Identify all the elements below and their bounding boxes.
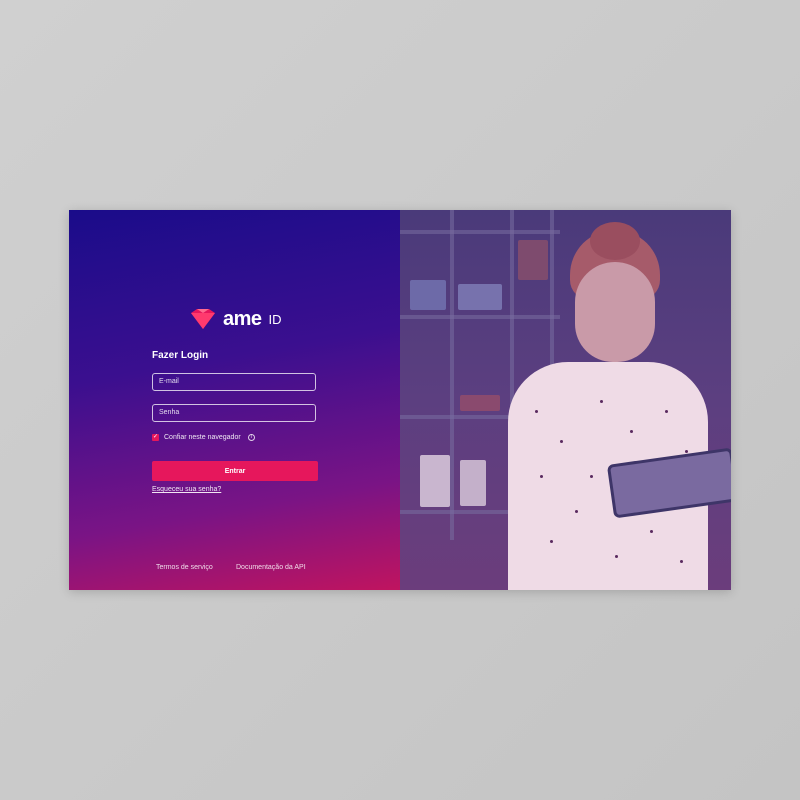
- terms-link[interactable]: Termos de serviço: [156, 564, 213, 571]
- shirt-dot: [650, 530, 653, 533]
- person-face: [575, 262, 655, 362]
- trust-label: Confiar neste navegador: [164, 434, 241, 441]
- api-docs-link[interactable]: Documentação da API: [236, 564, 306, 571]
- shirt-dot: [630, 430, 633, 433]
- shirt-dot: [540, 475, 543, 478]
- login-panel: ame ID Fazer Login E-mail Senha ✓ Confia…: [69, 210, 400, 590]
- password-placeholder: Senha: [159, 409, 180, 416]
- folded-clothes: [518, 240, 548, 280]
- shirt-dot: [665, 410, 668, 413]
- password-field[interactable]: Senha: [152, 404, 316, 422]
- folded-clothes: [410, 280, 446, 310]
- submit-button[interactable]: Entrar: [152, 461, 318, 481]
- trust-browser-option: ✓ Confiar neste navegador i: [152, 434, 255, 441]
- shirt-dot: [560, 440, 563, 443]
- shelf-post: [450, 210, 454, 540]
- hanging-clothes: [460, 460, 486, 506]
- shirt-dot: [575, 510, 578, 513]
- person-hair-bun: [590, 222, 640, 260]
- hero-photo: [400, 210, 731, 590]
- brand-suffix: ID: [268, 311, 282, 327]
- shelf-board: [400, 230, 560, 234]
- brand-name: ame: [223, 307, 262, 330]
- shirt-dot: [600, 400, 603, 403]
- hanging-clothes: [420, 455, 450, 507]
- login-window: ame ID Fazer Login E-mail Senha ✓ Confia…: [69, 210, 731, 590]
- forgot-password-link[interactable]: Esqueceu sua senha?: [152, 486, 221, 493]
- shirt-dot: [680, 560, 683, 563]
- brand-logo: ame ID: [189, 306, 282, 332]
- email-field[interactable]: E-mail: [152, 373, 316, 391]
- email-placeholder: E-mail: [159, 378, 179, 385]
- shirt-dot: [685, 450, 688, 453]
- shirt-dot: [535, 410, 538, 413]
- check-icon: ✓: [152, 434, 159, 440]
- folded-clothes: [460, 395, 500, 411]
- login-title: Fazer Login: [152, 350, 209, 361]
- shirt-dot: [550, 540, 553, 543]
- shelf-board: [400, 315, 560, 319]
- shirt-dot: [615, 555, 618, 558]
- shirt-dot: [590, 475, 593, 478]
- submit-label: Entrar: [224, 467, 246, 475]
- diamond-logo-icon: [191, 309, 215, 329]
- trust-checkbox[interactable]: ✓: [152, 434, 159, 441]
- info-icon[interactable]: i: [247, 434, 255, 441]
- folded-clothes: [458, 284, 502, 310]
